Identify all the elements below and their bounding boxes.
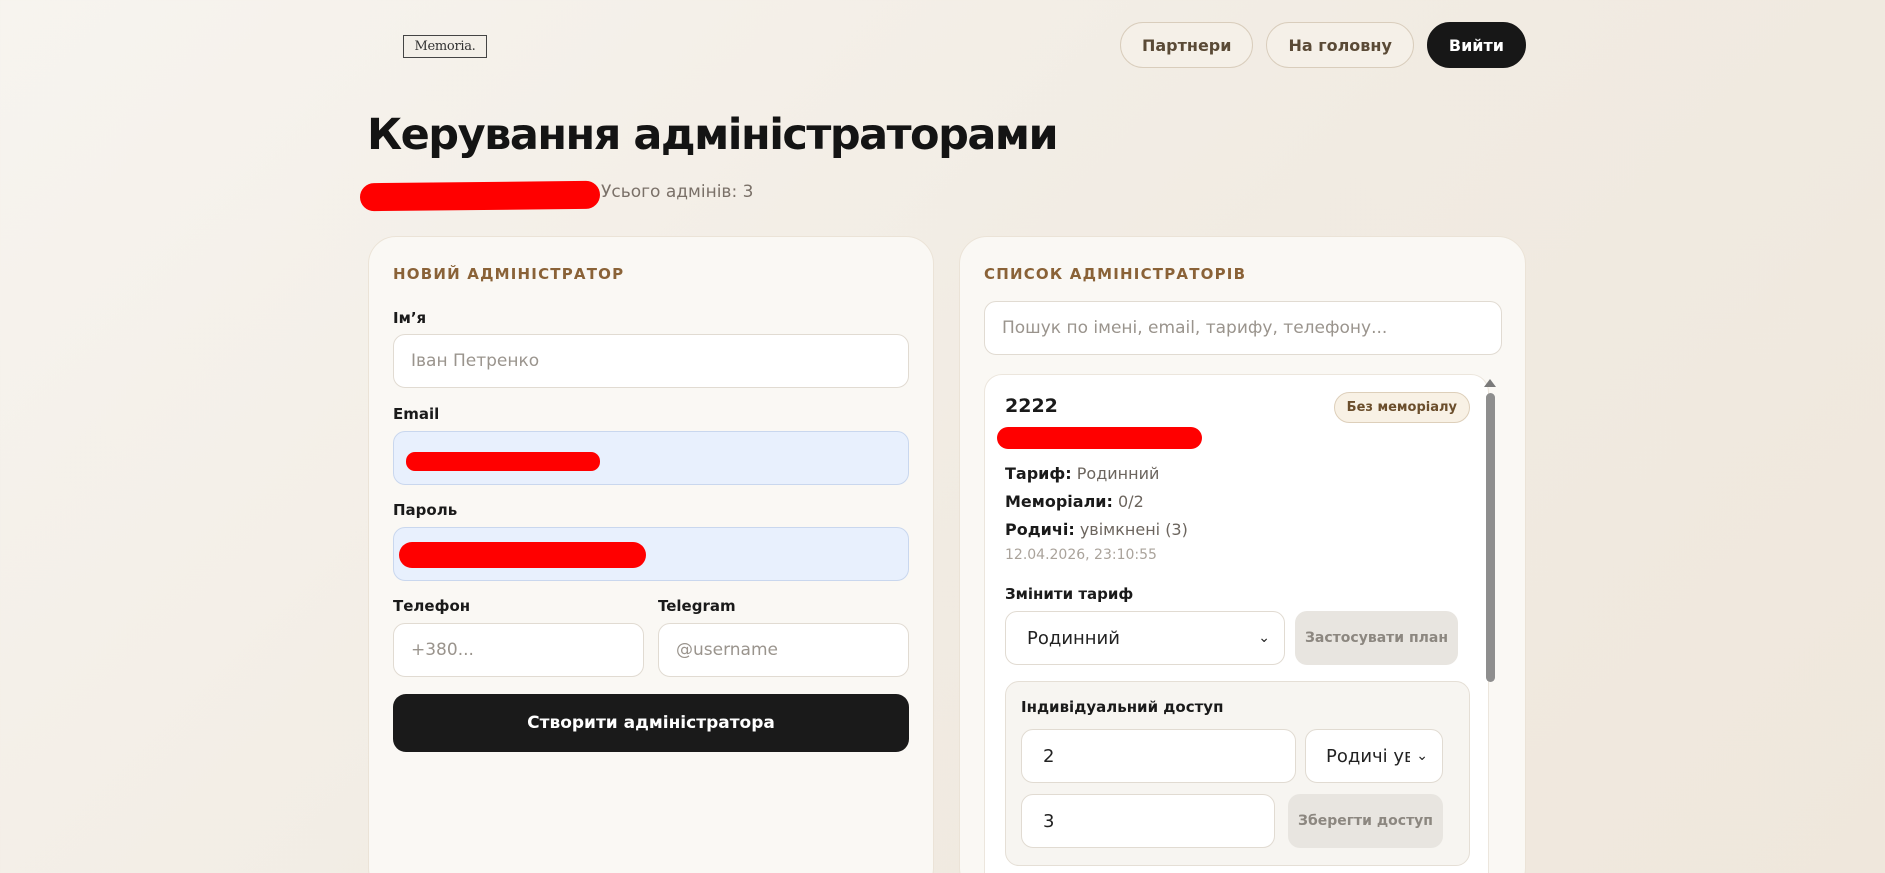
new-admin-panel-title: НОВИЙ АДМІНІСТРАТОР: [393, 265, 625, 283]
tariff-row: Тариф: Родинний: [1005, 464, 1159, 483]
redacted-user-info: [359, 180, 601, 212]
relatives-limit-value: 3: [1043, 810, 1055, 832]
memorials-label: Меморіали:: [1005, 492, 1113, 511]
phone-label: Телефон: [393, 597, 471, 615]
memorials-limit-value: 2: [1043, 745, 1055, 767]
individual-access-box: Індивідуальний доступ 2 Родичі ув ⌄ 3 Зб…: [1005, 681, 1470, 866]
apply-plan-button[interactable]: Застосувати план: [1295, 611, 1458, 665]
tariff-value: Родинний: [1076, 464, 1160, 483]
email-input[interactable]: [393, 431, 909, 485]
email-label: Email: [393, 405, 440, 423]
name-input[interactable]: [393, 334, 909, 388]
tariff-select-value: Родинний: [1027, 627, 1120, 649]
admin-list-panel: СПИСОК АДМІНІСТРАТОРІВ 2222 Без меморіал…: [959, 236, 1526, 873]
admin-list-panel-title: СПИСОК АДМІНІСТРАТОРІВ: [984, 265, 1247, 283]
relatives-select[interactable]: Родичі ув ⌄: [1305, 729, 1443, 783]
save-access-button[interactable]: Зберегти доступ: [1288, 794, 1443, 848]
page-title: Керування адміністраторами: [367, 110, 1059, 160]
password-input[interactable]: [393, 527, 909, 581]
admin-card: 2222 Без меморіалу Тариф: Родинний Мемор…: [984, 374, 1489, 873]
password-label: Пароль: [393, 501, 458, 519]
individual-access-label: Індивідуальний доступ: [1021, 698, 1224, 716]
create-admin-button[interactable]: Створити адміністратора: [393, 694, 909, 752]
admin-list-scrollbar[interactable]: [1486, 393, 1495, 682]
telegram-input[interactable]: [658, 623, 909, 677]
chevron-down-icon: ⌄: [1416, 748, 1428, 764]
redacted-email: [406, 452, 600, 471]
name-label: Ім’я: [393, 309, 427, 327]
relatives-label: Родичі:: [1005, 520, 1075, 539]
chevron-down-icon: ⌄: [1258, 630, 1270, 646]
memoria-logo[interactable]: Memoria.: [403, 35, 487, 58]
relatives-row: Родичі: увімкнені (3): [1005, 520, 1188, 539]
redacted-password: [399, 542, 646, 568]
no-memorial-badge: Без меморіалу: [1333, 392, 1470, 423]
home-button[interactable]: На головну: [1266, 22, 1414, 68]
new-admin-panel: НОВИЙ АДМІНІСТРАТОР Ім’я Email Пароль Те…: [368, 236, 934, 873]
memorials-row: Меморіали: 0/2: [1005, 492, 1144, 511]
tariff-select[interactable]: Родинний ⌄: [1005, 611, 1285, 665]
admin-search-input[interactable]: [984, 301, 1502, 355]
admins-total-count: Усього адмінів: 3: [601, 182, 754, 202]
telegram-label: Telegram: [658, 597, 736, 615]
memorials-value: 0/2: [1118, 492, 1144, 511]
top-nav: Партнери На головну Вийти: [1119, 22, 1526, 68]
scroll-up-arrow-icon[interactable]: [1484, 379, 1496, 387]
relatives-limit-input[interactable]: 3: [1021, 794, 1275, 848]
change-tariff-label: Змінити тариф: [1005, 585, 1134, 603]
logout-button[interactable]: Вийти: [1426, 22, 1526, 68]
redacted-admin-email: [997, 427, 1202, 449]
memorials-limit-input[interactable]: 2: [1021, 729, 1296, 783]
admin-name: 2222: [1005, 395, 1058, 417]
relatives-select-value: Родичі ув: [1326, 745, 1411, 767]
phone-input[interactable]: [393, 623, 644, 677]
partners-button[interactable]: Партнери: [1119, 22, 1254, 68]
relatives-value: увімкнені (3): [1079, 520, 1188, 539]
admin-created-date: 12.04.2026, 23:10:55: [1005, 547, 1157, 563]
tariff-label: Тариф:: [1005, 464, 1072, 483]
